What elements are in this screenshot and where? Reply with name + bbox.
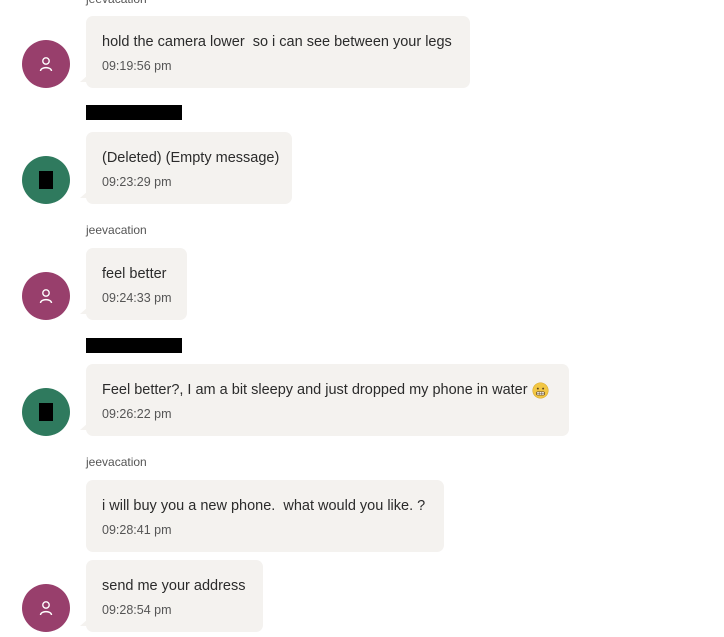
redacted-sender-name [86, 105, 182, 120]
message-time: 09:24:33 pm [102, 291, 172, 305]
contact-avatar [22, 388, 70, 436]
message-text: Feel better?, I am a bit sleepy and just… [102, 382, 528, 398]
message-text: (Deleted) (Empty message) [102, 150, 280, 166]
message-text-row: Feel better?, I am a bit sleepy and just… [102, 381, 553, 399]
message-text: send me your address [102, 578, 246, 594]
message-bubble: i will buy you a new phone. what would y… [86, 480, 444, 552]
message-bubble: send me your address 09:28:54 pm [80, 560, 263, 632]
message-time: 09:19:56 pm [102, 59, 172, 73]
person-outline-icon [39, 289, 53, 304]
user-avatar [22, 40, 70, 88]
message-time: 09:28:41 pm [102, 523, 172, 537]
sender-name: jeevacation [86, 0, 147, 6]
redacted-sender-name [86, 338, 182, 353]
person-outline-icon [39, 57, 53, 72]
message-time: 09:28:54 pm [102, 603, 172, 617]
chat-transcript: jeevacation hold the camera lower so i c… [0, 0, 724, 637]
contact-avatar [22, 156, 70, 204]
message-text: feel better [102, 266, 167, 282]
message-bubble: feel better 09:24:33 pm [80, 248, 187, 320]
message-bubble: (Deleted) (Empty message) 09:23:29 pm [80, 132, 292, 204]
message-time: 09:23:29 pm [102, 175, 172, 189]
redacted-avatar-initial [39, 171, 53, 189]
sender-name: jeevacation [86, 223, 147, 237]
message-time: 09:26:22 pm [102, 407, 172, 421]
user-avatar [22, 584, 70, 632]
grimacing-face-emoji-icon [532, 381, 549, 399]
redacted-avatar-initial [39, 403, 53, 421]
message-bubble: hold the camera lower so i can see betwe… [80, 16, 470, 88]
user-avatar [22, 272, 70, 320]
sender-name: jeevacation [86, 455, 147, 469]
message-text: i will buy you a new phone. what would y… [102, 498, 426, 514]
person-outline-icon [39, 601, 53, 616]
message-bubble: Feel better?, I am a bit sleepy and just… [80, 364, 569, 436]
message-text: hold the camera lower so i can see betwe… [102, 34, 452, 50]
